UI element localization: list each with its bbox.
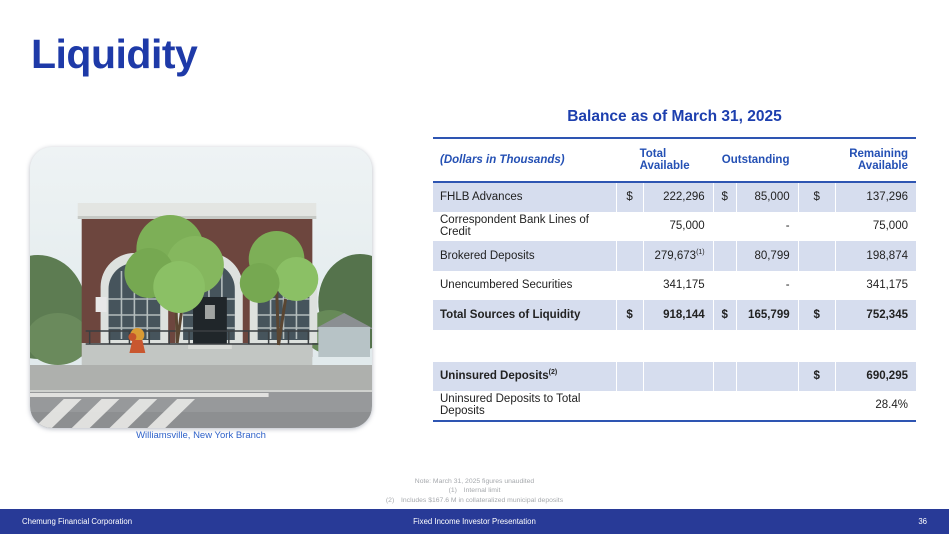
cell-dollar xyxy=(713,241,736,271)
cell-value xyxy=(736,391,798,421)
footer-page-number: 36 xyxy=(625,517,927,526)
cell-label: Uninsured Deposits to Total Deposits xyxy=(433,391,616,421)
cell-label: Correspondent Bank Lines of Credit xyxy=(433,212,616,242)
cell-dollar xyxy=(713,212,736,242)
uninsured-deposits-table: Uninsured Deposits(2) $ 690,295 Uninsure… xyxy=(433,362,916,422)
page-title: Liquidity xyxy=(31,31,197,78)
col-header-total-available: Total Available xyxy=(616,138,713,182)
table-row-uninsured-ratio: Uninsured Deposits to Total Deposits 28.… xyxy=(433,391,916,421)
table-title: Balance as of March 31, 2025 xyxy=(433,108,916,126)
cell-value: 690,295 xyxy=(835,362,916,392)
footnotes: Note: March 31, 2025 figures unaudited (… xyxy=(0,477,949,505)
cell-dollar xyxy=(616,241,643,271)
cell-value: 279,673(1) xyxy=(643,241,713,271)
branch-building-illustration xyxy=(30,147,372,428)
cell-dollar: $ xyxy=(798,300,835,330)
cell-dollar: $ xyxy=(616,300,643,330)
cell-dollar xyxy=(798,271,835,301)
col-header-outstanding: Outstanding xyxy=(713,138,798,182)
cell-value xyxy=(643,362,713,392)
cell-dollar xyxy=(713,271,736,301)
cell-value: 198,874 xyxy=(835,241,916,271)
cell-label: Brokered Deposits xyxy=(433,241,616,271)
table-row-correspondent-lines: Correspondent Bank Lines of Credit 75,00… xyxy=(433,212,916,242)
cell-dollar: $ xyxy=(798,362,835,392)
footer-company: Chemung Financial Corporation xyxy=(22,517,324,526)
cell-label: Total Sources of Liquidity xyxy=(433,300,616,330)
cell-value: 137,296 xyxy=(835,182,916,212)
footnote-line: (2) Includes $167.6 M in collateralized … xyxy=(0,496,949,505)
cell-label: Unencumbered Securities xyxy=(433,271,616,301)
cell-dollar: $ xyxy=(616,182,643,212)
cell-dollar: $ xyxy=(798,182,835,212)
footnote-marker: (1) xyxy=(696,249,705,256)
cell-dollar: $ xyxy=(713,300,736,330)
cell-dollar: $ xyxy=(713,182,736,212)
col-header-remaining-available: Remaining Available xyxy=(798,138,916,182)
cell-dollar xyxy=(798,391,835,421)
footer-presentation-title: Fixed Income Investor Presentation xyxy=(324,517,626,526)
cell-dollar xyxy=(616,391,643,421)
footnote-line: Note: March 31, 2025 figures unaudited xyxy=(0,477,949,486)
cell-value xyxy=(643,391,713,421)
cell-value: 752,345 xyxy=(835,300,916,330)
cell-value: 80,799 xyxy=(736,241,798,271)
col-header-dollars-in-thousands: (Dollars in Thousands) xyxy=(433,138,616,182)
cell-value: 165,799 xyxy=(736,300,798,330)
cell-value: 222,296 xyxy=(643,182,713,212)
cell-value: - xyxy=(736,271,798,301)
cell-value: 75,000 xyxy=(835,212,916,242)
cell-value: 85,000 xyxy=(736,182,798,212)
table-row-fhlb-advances: FHLB Advances $ 222,296 $ 85,000 $ 137,2… xyxy=(433,182,916,212)
cell-dollar xyxy=(616,212,643,242)
cell-dollar xyxy=(616,362,643,392)
cell-value: 341,175 xyxy=(643,271,713,301)
cell-value: 28.4% xyxy=(835,391,916,421)
photo-caption: Williamsville, New York Branch xyxy=(30,430,372,441)
liquidity-table: (Dollars in Thousands) Total Available O… xyxy=(433,137,916,330)
branch-photo xyxy=(30,147,372,428)
table-row-total-sources: Total Sources of Liquidity $ 918,144 $ 1… xyxy=(433,300,916,330)
footnote-line: (1) Internal limit xyxy=(0,486,949,495)
cell-value: 918,144 xyxy=(643,300,713,330)
cell-label: FHLB Advances xyxy=(433,182,616,212)
cell-value: - xyxy=(736,212,798,242)
cell-label: Uninsured Deposits(2) xyxy=(433,362,616,392)
cell-value: 341,175 xyxy=(835,271,916,301)
footer-bar: Chemung Financial Corporation Fixed Inco… xyxy=(0,509,949,534)
cell-value xyxy=(736,362,798,392)
footnote-marker: (2) xyxy=(549,369,558,376)
table-row-unencumbered-securities: Unencumbered Securities 341,175 - 341,17… xyxy=(433,271,916,301)
liquidity-table-section: Balance as of March 31, 2025 (Dollars in… xyxy=(433,108,916,422)
table-header-row: (Dollars in Thousands) Total Available O… xyxy=(433,138,916,182)
cell-dollar xyxy=(616,271,643,301)
cell-dollar xyxy=(798,212,835,242)
cell-dollar xyxy=(713,391,736,421)
table-row-brokered-deposits: Brokered Deposits 279,673(1) 80,799 198,… xyxy=(433,241,916,271)
cell-dollar xyxy=(713,362,736,392)
cell-value: 75,000 xyxy=(643,212,713,242)
cell-dollar xyxy=(798,241,835,271)
table-row-uninsured-deposits: Uninsured Deposits(2) $ 690,295 xyxy=(433,362,916,392)
